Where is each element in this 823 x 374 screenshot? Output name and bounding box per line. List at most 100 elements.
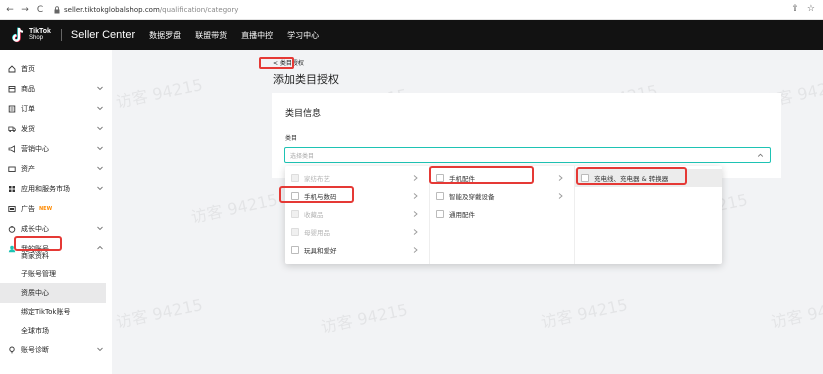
cascader-option-label: 收藏品: [304, 211, 324, 219]
sidebar-item-account-diagnosis[interactable]: 账号诊断: [0, 340, 112, 360]
chevron-down-icon: [96, 184, 104, 192]
back-arrow-icon[interactable]: ←: [5, 3, 15, 17]
reload-icon[interactable]: C: [35, 3, 45, 17]
checkbox[interactable]: [436, 192, 444, 200]
highlight-annotation: [576, 167, 687, 185]
chevron-down-icon: [96, 164, 104, 172]
ads-icon: [8, 205, 16, 213]
sidebar-subitem-label: 全球市场: [21, 327, 49, 335]
checkbox[interactable]: [291, 228, 299, 236]
header-divider: [60, 29, 62, 41]
chevron-right-icon: [412, 192, 419, 200]
order-icon: [8, 105, 16, 113]
sidebar-subitem-label: 绑定TikTok账号: [21, 308, 71, 316]
sidebar-subitem-sub-accounts[interactable]: 子账号管理: [0, 264, 112, 284]
checkbox[interactable]: [291, 246, 299, 254]
app-title: Seller Center: [70, 29, 136, 41]
share-icon[interactable]: ⇪: [791, 4, 799, 14]
cascader-option-label: 家纺布艺: [304, 175, 330, 183]
topnav-data-compass[interactable]: 数据罗盘: [149, 30, 181, 41]
top-header: TikTok Shop Seller Center 数据罗盘 联盟带货 直播中控 …: [0, 20, 823, 50]
address-bar[interactable]: seller.tiktokglobalshop.com/qualificatio…: [53, 5, 238, 15]
watermark: 访客 94215: [769, 295, 823, 332]
sidebar-item-ads[interactable]: 广告 NEW: [0, 199, 112, 219]
sidebar-item-label: 商品: [21, 85, 35, 93]
checkbox[interactable]: [291, 174, 299, 182]
sidebar-subitem-label: 子账号管理: [21, 270, 56, 278]
checkbox[interactable]: [291, 210, 299, 218]
logo-text-tiktok: TikTok: [29, 28, 51, 35]
topnav-affiliate[interactable]: 联盟带货: [195, 30, 227, 41]
cascader-option-label: 智能及穿戴设备: [449, 193, 495, 201]
cascader-option[interactable]: 通用配件: [430, 205, 574, 223]
sidebar-subitem-label: 资质中心: [21, 289, 49, 297]
sidebar-subitem-bind-tiktok[interactable]: 绑定TikTok账号: [0, 302, 112, 322]
tiktok-logo-icon: [12, 27, 26, 43]
topnav-learning-center[interactable]: 学习中心: [287, 30, 319, 41]
sidebar-item-app-market[interactable]: 应用和服务市场: [0, 179, 112, 199]
page-title: 添加类目授权: [273, 73, 339, 86]
chevron-right-icon: [412, 228, 419, 236]
category-select-placeholder: 选择类目: [290, 153, 315, 160]
growth-icon: [8, 225, 16, 233]
chevron-right-icon: [412, 174, 419, 182]
sidebar-item-label: 营销中心: [21, 145, 49, 153]
sidebar: 首页 商品 订单 发货 营销中心 资产 应用和服务市场 广告 NEW 成长中心: [0, 50, 112, 374]
cascader-column-level1: 家纺布艺 手机与数码 收藏品 母婴用品 玩具和爱好: [285, 166, 430, 264]
sidebar-item-label: 成长中心: [21, 225, 49, 233]
cascader-option[interactable]: 母婴用品: [285, 223, 429, 241]
sidebar-item-assets[interactable]: 资产: [0, 159, 112, 179]
lock-icon: [53, 5, 61, 15]
chevron-down-icon: [96, 224, 104, 232]
cascader-option-label: 母婴用品: [304, 229, 330, 237]
cascader-option[interactable]: 家纺布艺: [285, 169, 429, 187]
apps-icon: [8, 185, 16, 193]
sidebar-item-shipping[interactable]: 发货: [0, 119, 112, 139]
tiktok-shop-logo[interactable]: TikTok Shop: [12, 27, 51, 43]
chevron-down-icon: [96, 345, 104, 353]
megaphone-icon: [8, 145, 16, 153]
sidebar-item-marketing[interactable]: 营销中心: [0, 139, 112, 159]
product-icon: [8, 85, 16, 93]
sidebar-item-label: 发货: [21, 125, 35, 133]
sidebar-item-label: 应用和服务市场: [21, 185, 70, 193]
chevron-down-icon: [96, 104, 104, 112]
url-path: /qualification/category: [159, 5, 239, 14]
cascader-option-label: 通用配件: [449, 211, 475, 219]
url-domain: seller.tiktokglobalshop.com: [64, 5, 160, 14]
sidebar-item-orders[interactable]: 订单: [0, 99, 112, 119]
highlight-annotation: [429, 166, 534, 184]
card-title: 类目信息: [285, 109, 322, 119]
watermark: 访客 94215: [114, 295, 205, 332]
forward-arrow-icon[interactable]: →: [20, 3, 30, 17]
cascader-option[interactable]: 智能及穿戴设备: [430, 187, 574, 205]
category-select[interactable]: 选择类目: [284, 147, 771, 163]
star-icon[interactable]: ☆: [807, 4, 815, 14]
truck-icon: [8, 125, 16, 133]
cascader-option-label: 玩具和爱好: [304, 247, 337, 255]
cascader-option[interactable]: 玩具和爱好: [285, 241, 429, 259]
watermark: 访客 94215: [189, 190, 280, 227]
sidebar-item-label: 资产: [21, 165, 35, 173]
sidebar-subitem-qualification-center[interactable]: 资质中心: [0, 283, 106, 303]
sidebar-subitem-global-market[interactable]: 全球市场: [0, 321, 112, 341]
checkbox[interactable]: [436, 210, 444, 218]
chevron-right-icon: [412, 210, 419, 218]
sidebar-item-home[interactable]: 首页: [0, 59, 112, 79]
highlight-annotation: [259, 57, 294, 69]
topnav-live-control[interactable]: 直播中控: [241, 30, 273, 41]
sidebar-subitem-label: 商家资料: [21, 252, 49, 260]
category-field-label: 类目: [285, 135, 298, 142]
watermark: 访客 94215: [539, 295, 630, 332]
chevron-right-icon: [557, 174, 564, 182]
sidebar-item-products[interactable]: 商品: [0, 79, 112, 99]
wallet-icon: [8, 165, 16, 173]
highlight-annotation: [14, 236, 62, 251]
highlight-annotation: [279, 186, 354, 203]
sidebar-item-label: 首页: [21, 65, 35, 73]
cascader-option[interactable]: 收藏品: [285, 205, 429, 223]
logo-text-shop: Shop: [29, 35, 44, 41]
watermark: 访客 94215: [114, 75, 205, 112]
chevron-down-icon: [96, 84, 104, 92]
chevron-right-icon: [557, 192, 564, 200]
